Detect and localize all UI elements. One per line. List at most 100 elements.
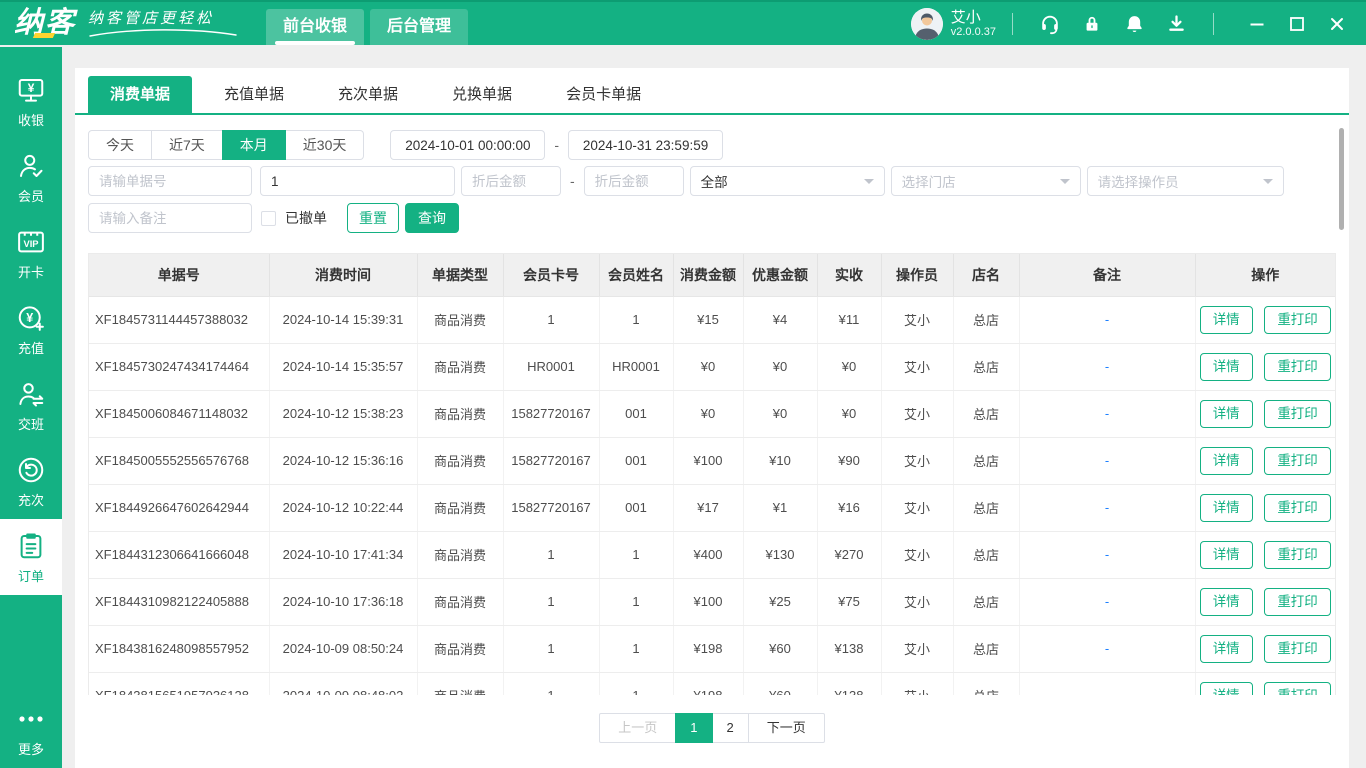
cell-remark: - bbox=[1019, 484, 1196, 532]
cell-order-no: XF1845005552556576768 bbox=[89, 437, 270, 485]
avatar[interactable] bbox=[910, 7, 943, 40]
cell-amount: ¥17 bbox=[673, 484, 744, 532]
maximize-button[interactable] bbox=[1284, 11, 1310, 37]
nav-tab-front-cashier[interactable]: 前台收银 bbox=[266, 9, 365, 45]
minimize-button[interactable] bbox=[1244, 11, 1270, 37]
cell-remark: - bbox=[1019, 296, 1196, 344]
reprint-button[interactable]: 重打印 bbox=[1264, 540, 1331, 569]
cell-store: 总店 bbox=[953, 625, 1020, 673]
sidebar-item-recharge-times[interactable]: 充次 bbox=[0, 443, 62, 519]
prev-page-button[interactable]: 上一页 bbox=[599, 713, 677, 743]
slogan: 纳客管店更轻松 bbox=[88, 9, 215, 27]
cell-member-name: HR0001 bbox=[599, 343, 674, 391]
detail-button[interactable]: 详情 bbox=[1199, 540, 1253, 569]
quick-date-this-month[interactable]: 本月 bbox=[221, 130, 286, 160]
reprint-button[interactable]: 重打印 bbox=[1264, 634, 1331, 663]
next-page-button[interactable]: 下一页 bbox=[747, 713, 825, 743]
reprint-button[interactable]: 重打印 bbox=[1264, 305, 1331, 334]
sidebar-item-orders[interactable]: 订单 bbox=[0, 519, 62, 595]
detail-button[interactable]: 详情 bbox=[1199, 493, 1253, 522]
reprint-button[interactable]: 重打印 bbox=[1264, 681, 1331, 695]
operator-select-placeholder: 请选择操作员 bbox=[1097, 175, 1179, 190]
sidebar-item-label: 会员 bbox=[17, 188, 44, 204]
order-type-select[interactable]: 全部 bbox=[689, 166, 885, 196]
cell-discount: ¥60 bbox=[743, 672, 818, 695]
quick-date-last30[interactable]: 近30天 bbox=[285, 130, 365, 160]
sidebar-item-open-card[interactable]: VIP 开卡 bbox=[0, 215, 62, 291]
detail-button[interactable]: 详情 bbox=[1199, 587, 1253, 616]
operator-select[interactable]: 请选择操作员 bbox=[1086, 166, 1284, 196]
cell-paid: ¥270 bbox=[817, 531, 882, 579]
sidebar-item-shift[interactable]: 交班 bbox=[0, 367, 62, 443]
cell-remark: - bbox=[1019, 437, 1196, 485]
cell-time: 2024-10-12 10:22:44 bbox=[269, 484, 418, 532]
chevron-down-icon bbox=[863, 179, 874, 189]
cell-member-name: 1 bbox=[599, 672, 674, 695]
reprint-button[interactable]: 重打印 bbox=[1264, 493, 1331, 522]
order-type-value: 全部 bbox=[700, 175, 728, 190]
quick-date-last7[interactable]: 近7天 bbox=[152, 130, 223, 160]
detail-button[interactable]: 详情 bbox=[1199, 446, 1253, 475]
detail-button[interactable]: 详情 bbox=[1199, 305, 1253, 334]
reprint-button[interactable]: 重打印 bbox=[1264, 352, 1331, 381]
sidebar-item-recharge[interactable]: ¥ 充值 bbox=[0, 291, 62, 367]
detail-button[interactable]: 详情 bbox=[1199, 634, 1253, 663]
search-button[interactable]: 查询 bbox=[405, 203, 459, 233]
cell-remark: - bbox=[1019, 390, 1196, 438]
download-icon[interactable] bbox=[1165, 13, 1187, 35]
orders-table-body: XF1845731144457388032 2024-10-14 15:39:3… bbox=[89, 296, 1335, 695]
cell-paid: ¥138 bbox=[817, 672, 882, 695]
cell-actions: 详情 重打印 bbox=[1195, 484, 1335, 532]
svg-text:¥: ¥ bbox=[26, 310, 33, 324]
reprint-button[interactable]: 重打印 bbox=[1264, 587, 1331, 616]
bell-icon[interactable] bbox=[1123, 13, 1145, 35]
detail-button[interactable]: 详情 bbox=[1199, 681, 1253, 695]
cell-card-no: 15827720167 bbox=[503, 437, 600, 485]
cell-operator: 艾小 bbox=[881, 625, 954, 673]
orders-icon bbox=[15, 530, 47, 562]
cell-remark: - bbox=[1019, 672, 1196, 695]
svg-text:¥: ¥ bbox=[28, 81, 35, 95]
remark-input[interactable] bbox=[88, 203, 252, 233]
tab-times-orders[interactable]: 充次单据 bbox=[316, 76, 420, 113]
tab-recharge-orders[interactable]: 充值单据 bbox=[202, 76, 306, 113]
reprint-button[interactable]: 重打印 bbox=[1264, 446, 1331, 475]
page-button-1[interactable]: 1 bbox=[675, 713, 713, 743]
store-select[interactable]: 选择门店 bbox=[890, 166, 1081, 196]
keyword-input[interactable] bbox=[260, 166, 455, 196]
date-to-input[interactable] bbox=[568, 130, 724, 160]
quick-date-today[interactable]: 今天 bbox=[88, 130, 152, 160]
reset-button[interactable]: 重置 bbox=[347, 203, 399, 233]
sidebar-item-more[interactable]: 更多 bbox=[0, 700, 62, 760]
nav-tab-back-admin[interactable]: 后台管理 bbox=[370, 9, 469, 45]
cell-card-no: 1 bbox=[503, 625, 600, 673]
cell-remark: - bbox=[1019, 625, 1196, 673]
amount-min-input[interactable] bbox=[461, 166, 561, 196]
tab-consume-orders[interactable]: 消费单据 bbox=[88, 76, 193, 113]
reprint-button[interactable]: 重打印 bbox=[1264, 399, 1331, 428]
cell-actions: 详情 重打印 bbox=[1195, 672, 1335, 695]
support-icon[interactable] bbox=[1039, 13, 1061, 35]
date-from-input[interactable] bbox=[390, 130, 546, 160]
page-button-2[interactable]: 2 bbox=[711, 713, 749, 743]
revoked-checkbox[interactable] bbox=[261, 210, 276, 226]
detail-button[interactable]: 详情 bbox=[1199, 399, 1253, 428]
cell-order-no: XF1845006084671148032 bbox=[89, 390, 270, 438]
amount-max-input[interactable] bbox=[583, 166, 684, 196]
sidebar-item-member[interactable]: 会员 bbox=[0, 139, 62, 215]
order-no-input[interactable] bbox=[88, 166, 252, 196]
cell-operator: 艾小 bbox=[881, 531, 954, 579]
cell-card-no: HR0001 bbox=[503, 343, 600, 391]
tab-member-card-orders[interactable]: 会员卡单据 bbox=[544, 76, 663, 113]
detail-button[interactable]: 详情 bbox=[1199, 352, 1253, 381]
sidebar-item-cashier[interactable]: ¥ 收银 bbox=[0, 63, 62, 139]
tab-exchange-orders[interactable]: 兑换单据 bbox=[430, 76, 534, 113]
cell-amount: ¥100 bbox=[673, 437, 744, 485]
lock-icon[interactable] bbox=[1081, 13, 1103, 35]
cell-store: 总店 bbox=[953, 531, 1020, 579]
cell-time: 2024-10-12 15:36:16 bbox=[269, 437, 418, 485]
close-button[interactable] bbox=[1324, 11, 1350, 37]
cell-order-no: XF1845730247434174464 bbox=[89, 343, 270, 391]
scrollbar[interactable] bbox=[1339, 128, 1344, 230]
cell-order-no: XF1843815651957936128 bbox=[89, 672, 270, 695]
